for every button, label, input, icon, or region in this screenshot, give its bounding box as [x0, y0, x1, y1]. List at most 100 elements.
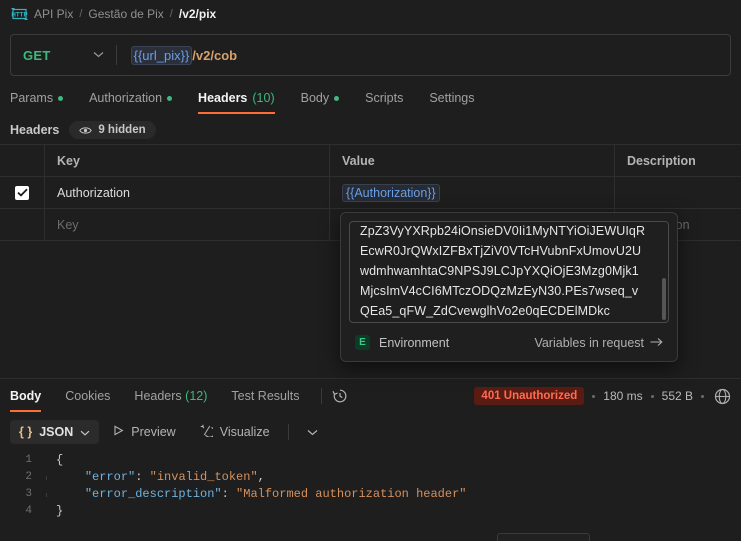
code-text: "error_description": "Malformed authoriz…	[56, 486, 467, 503]
variable-value-box[interactable]: ZpZ3VyYXRpb24iOnsieDV0Ii1MyNTYiOiJEWUIqR…	[349, 221, 669, 323]
play-triangle-icon	[113, 425, 124, 439]
code-line: 4 }	[0, 503, 741, 520]
code-line: 1 {	[0, 452, 741, 469]
tab-settings-label: Settings	[429, 91, 475, 105]
tab-body-label: Body	[300, 91, 330, 105]
url-input[interactable]: {{url_pix}}/v2/cob	[117, 35, 730, 75]
tab-headers-label: Headers	[198, 91, 248, 105]
code-line: 2 "error": "invalid_token",	[0, 469, 741, 486]
row-checkbox-cell[interactable]	[0, 177, 45, 208]
token-line: MjcsImV4cCI6MTczODQzMzEyN30.PEs7wseq_v	[360, 284, 639, 298]
globe-icon[interactable]	[714, 388, 731, 405]
breadcrumb-separator: /	[79, 8, 83, 20]
response-tab-cookies-label: Cookies	[65, 389, 111, 403]
wand-icon	[200, 424, 215, 440]
json-value: "invalid_token"	[149, 470, 258, 484]
breadcrumb-current: /v2/pix	[178, 7, 217, 21]
body-format-label: JSON	[39, 425, 74, 439]
tab-scripts[interactable]: Scripts	[352, 82, 416, 114]
method-label: GET	[23, 47, 51, 63]
json-key: "error"	[84, 470, 136, 484]
response-size: 552 B	[661, 389, 693, 403]
modified-dot-icon	[167, 95, 173, 101]
environment-info: E Environment	[355, 335, 449, 350]
response-tab-test-results[interactable]: Test Results	[219, 379, 311, 413]
modified-dot-icon	[334, 95, 340, 101]
header-description-cell[interactable]	[615, 177, 741, 208]
arrow-right-icon	[650, 336, 663, 350]
visualize-label: Visualize	[219, 425, 270, 439]
line-number: 4	[25, 505, 32, 517]
column-header-description: Description	[627, 153, 696, 168]
row-checkbox-cell-empty[interactable]	[0, 209, 45, 240]
code-text: }	[56, 504, 64, 518]
environment-badge-icon: E	[355, 335, 370, 350]
response-tab-headers[interactable]: Headers (12)	[122, 379, 219, 413]
json-punct: :	[135, 470, 150, 484]
column-header-value: Value	[330, 145, 615, 176]
response-body-code[interactable]: 1 { 2 "error": "invalid_token", 3 "error…	[0, 452, 741, 522]
header-key-cell[interactable]: Authorization	[45, 177, 330, 208]
variable-token-text: ZpZ3VyYXRpb24iOnsieDV0Ii1MyNTYiOiJEWUIqR…	[360, 222, 658, 321]
header-value-cell[interactable]: {{Authorization}}	[330, 177, 615, 208]
table-header-row: Key Value Description	[0, 145, 741, 177]
tab-scripts-label: Scripts	[365, 91, 404, 105]
variables-in-request-link[interactable]: Variables in request	[534, 336, 663, 350]
clock-history-icon[interactable]	[332, 388, 348, 404]
response-body-toolbar: { } JSON Preview Visualize	[0, 415, 741, 449]
code-text: "error": "invalid_token",	[56, 469, 265, 486]
http-protocol-icon: HTTP	[10, 6, 28, 22]
toolbar-divider	[287, 424, 289, 440]
headers-title: Headers	[10, 123, 60, 137]
json-punct: ,	[257, 470, 265, 484]
response-meta: 401 Unauthorized 180 ms 552 B	[474, 387, 731, 405]
response-tabs-divider	[321, 388, 323, 404]
popup-scrollbar[interactable]	[662, 278, 666, 320]
braces-icon: { }	[19, 425, 33, 439]
tab-headers[interactable]: Headers (10)	[185, 82, 288, 114]
more-options-button[interactable]	[297, 420, 328, 444]
visualize-button[interactable]: Visualize	[190, 419, 280, 445]
new-header-key-input[interactable]: Key	[45, 209, 330, 240]
method-selector[interactable]: GET	[11, 35, 116, 75]
postman-window: HTTP API Pix / Gestão de Pix / /v2/pix G…	[0, 0, 741, 541]
token-line: QEa5_qFW_ZdCvewglhVo2e0qECDElMDkc	[360, 304, 610, 318]
tab-params-label: Params	[10, 91, 54, 105]
breadcrumb-item-1[interactable]: Gestão de Pix	[88, 7, 163, 21]
tab-settings[interactable]: Settings	[416, 82, 487, 114]
tab-params[interactable]: Params	[10, 82, 76, 114]
tab-authorization[interactable]: Authorization	[76, 82, 185, 114]
tab-body[interactable]: Body	[288, 82, 353, 114]
meta-dot-icon	[592, 394, 596, 398]
svg-text:HTTP: HTTP	[11, 11, 27, 18]
body-format-selector[interactable]: { } JSON	[10, 420, 100, 444]
variable-value-popup: ZpZ3VyYXRpb24iOnsieDV0Ii1MyNTYiOiJEWUIqR…	[340, 212, 678, 362]
header-key-text: Authorization	[57, 185, 130, 200]
code-line: 3 "error_description": "Malformed author…	[0, 486, 741, 503]
json-punct: :	[221, 487, 237, 501]
line-number: 2	[25, 471, 32, 483]
breadcrumb: HTTP API Pix / Gestão de Pix / /v2/pix	[0, 0, 741, 28]
new-key-placeholder: Key	[57, 217, 79, 232]
environment-label: Environment	[379, 335, 450, 350]
bottom-panel-handle[interactable]	[497, 533, 590, 541]
preview-button[interactable]: Preview	[103, 420, 185, 444]
table-row[interactable]: Authorization {{Authorization}}	[0, 177, 741, 209]
chevron-down-icon	[93, 50, 104, 61]
response-tab-cookies[interactable]: Cookies	[53, 379, 122, 413]
token-line: EcwR0JrQWxIZFBxTjZiV0VTcHVubnFxUmovU2U	[360, 244, 642, 258]
select-all-cell	[0, 145, 45, 176]
line-number: 3	[25, 488, 32, 500]
json-key: "error_description"	[84, 487, 222, 501]
breadcrumb-separator-2: /	[169, 8, 173, 20]
url-bar-container: GET {{url_pix}}/v2/cob	[0, 28, 741, 76]
response-time: 180 ms	[603, 389, 643, 403]
headers-subheader: Headers 9 hidden	[0, 114, 741, 144]
chevron-down-icon	[80, 425, 90, 439]
modified-dot-icon	[58, 95, 64, 101]
hidden-headers-toggle[interactable]: 9 hidden	[69, 121, 156, 139]
checkbox-checked-icon[interactable]	[15, 185, 29, 200]
breadcrumb-item-0[interactable]: API Pix	[34, 7, 73, 21]
preview-label: Preview	[131, 425, 176, 439]
response-tab-body[interactable]: Body	[10, 379, 53, 413]
